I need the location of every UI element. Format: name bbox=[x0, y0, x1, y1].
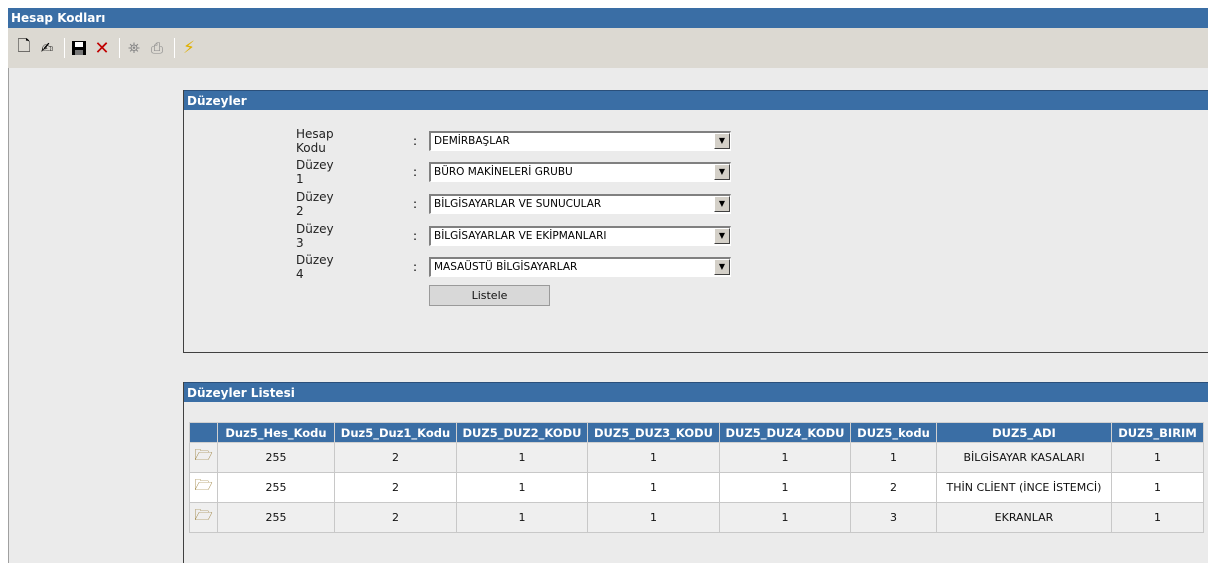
table-cell: 1 bbox=[587, 502, 720, 533]
select-value: DEMİRBAŞLAR bbox=[434, 135, 510, 147]
table-cell: 1 bbox=[719, 442, 851, 473]
table-cell: 1 bbox=[1111, 442, 1204, 473]
table-cell: 3 bbox=[850, 502, 937, 533]
field-colon: : bbox=[413, 197, 418, 211]
toolbar-separator bbox=[64, 38, 65, 58]
table-cell: BİLGİSAYAR KASALARI bbox=[936, 442, 1112, 473]
toolbar-separator bbox=[174, 38, 175, 58]
select-value: BİLGİSAYARLAR VE SUNUCULAR bbox=[434, 198, 602, 210]
select-value: MASAÜSTÜ BİLGİSAYARLAR bbox=[434, 261, 578, 273]
run-icon[interactable]: ⚡ bbox=[179, 37, 199, 59]
chevron-down-icon[interactable]: ▼ bbox=[714, 196, 730, 212]
toolbar: 🗋 ✍ ✕ ⛯ ⎙ ⚡ bbox=[8, 28, 1208, 68]
duzey-1-select[interactable]: BÜRO MAKİNELERİ GRUBU ▼ bbox=[429, 162, 731, 182]
table-cell: 1 bbox=[456, 472, 588, 503]
delete-icon[interactable]: ✕ bbox=[92, 37, 112, 59]
table-cell: 255 bbox=[217, 502, 335, 533]
table-cell: 2 bbox=[850, 472, 937, 503]
levels-list-panel: Düzeyler Listesi Duz5_Hes_Kodu Duz5_Duz1… bbox=[183, 382, 1208, 563]
table-row: 🗁 255 2 1 1 1 3 EKRANLAR 1 bbox=[189, 502, 1204, 533]
chevron-down-icon[interactable]: ▼ bbox=[714, 164, 730, 180]
column-header[interactable]: DUZ5_ADI bbox=[936, 422, 1112, 443]
field-label: Düzey 1 bbox=[296, 158, 334, 186]
duzey-4-select[interactable]: MASAÜSTÜ BİLGİSAYARLAR ▼ bbox=[429, 257, 731, 277]
field-colon: : bbox=[413, 260, 418, 274]
table-cell: 1 bbox=[456, 442, 588, 473]
field-colon: : bbox=[413, 134, 418, 148]
field-colon: : bbox=[413, 165, 418, 179]
table-cell: 2 bbox=[334, 442, 457, 473]
levels-list-panel-title: Düzeyler Listesi bbox=[184, 382, 1208, 402]
table-cell: 1 bbox=[456, 502, 588, 533]
duzey-3-select[interactable]: BİLGİSAYARLAR VE EKİPMANLARI ▼ bbox=[429, 226, 731, 246]
hesap-kodu-select[interactable]: DEMİRBAŞLAR ▼ bbox=[429, 131, 731, 151]
table-cell: 2 bbox=[334, 472, 457, 503]
print-icon[interactable]: ⎙ bbox=[147, 37, 167, 59]
table-cell: 1 bbox=[587, 442, 720, 473]
table-cell: THİN CLİENT (İNCE İSTEMCİ) bbox=[936, 472, 1112, 503]
field-colon: : bbox=[413, 229, 418, 243]
toolbar-separator bbox=[119, 38, 120, 58]
open-folder-icon[interactable]: 🗁 bbox=[189, 502, 218, 533]
field-label: Düzey 3 bbox=[296, 222, 334, 250]
field-label: Düzey 4 bbox=[296, 253, 334, 281]
edit-icon[interactable]: ✍ bbox=[37, 37, 57, 59]
listele-button[interactable]: Listele bbox=[429, 285, 550, 306]
select-value: BÜRO MAKİNELERİ GRUBU bbox=[434, 166, 573, 178]
field-label: Hesap Kodu bbox=[296, 127, 334, 155]
table-cell: 1 bbox=[1111, 502, 1204, 533]
content-area: Düzeyler Hesap Kodu : DEMİRBAŞLAR ▼ Düze… bbox=[8, 68, 1208, 563]
chevron-down-icon[interactable]: ▼ bbox=[714, 228, 730, 244]
table-cell: 255 bbox=[217, 472, 335, 503]
column-header[interactable]: Duz5_Hes_Kodu bbox=[217, 422, 335, 443]
column-header-action bbox=[189, 422, 218, 443]
save-icon[interactable] bbox=[69, 37, 89, 59]
table-cell: 1 bbox=[719, 502, 851, 533]
column-header[interactable]: DUZ5_kodu bbox=[850, 422, 937, 443]
table-cell: 1 bbox=[1111, 472, 1204, 503]
field-label: Düzey 2 bbox=[296, 190, 334, 218]
levels-panel: Düzeyler Hesap Kodu : DEMİRBAŞLAR ▼ Düze… bbox=[183, 90, 1208, 353]
column-header[interactable]: DUZ5_DUZ4_KODU bbox=[719, 422, 851, 443]
window-title: Hesap Kodları bbox=[8, 8, 1208, 28]
table-row: 🗁 255 2 1 1 1 2 THİN CLİENT (İNCE İSTEMC… bbox=[189, 472, 1204, 503]
open-folder-icon[interactable]: 🗁 bbox=[189, 472, 218, 503]
table-cell: EKRANLAR bbox=[936, 502, 1112, 533]
find-icon[interactable]: ⛯ bbox=[124, 37, 144, 59]
column-header[interactable]: DUZ5_DUZ3_KODU bbox=[587, 422, 720, 443]
chevron-down-icon[interactable]: ▼ bbox=[714, 133, 730, 149]
select-value: BİLGİSAYARLAR VE EKİPMANLARI bbox=[434, 230, 607, 242]
table-cell: 1 bbox=[850, 442, 937, 473]
levels-panel-title: Düzeyler bbox=[184, 90, 1208, 110]
table-cell: 1 bbox=[587, 472, 720, 503]
table-row: 🗁 255 2 1 1 1 1 BİLGİSAYAR KASALARI 1 bbox=[189, 442, 1204, 473]
new-icon[interactable]: 🗋 bbox=[14, 36, 34, 59]
table-cell: 2 bbox=[334, 502, 457, 533]
table-header-row: Duz5_Hes_Kodu Duz5_Duz1_Kodu DUZ5_DUZ2_K… bbox=[189, 422, 1204, 443]
duzey-2-select[interactable]: BİLGİSAYARLAR VE SUNUCULAR ▼ bbox=[429, 194, 731, 214]
levels-table: Duz5_Hes_Kodu Duz5_Duz1_Kodu DUZ5_DUZ2_K… bbox=[189, 422, 1204, 533]
column-header[interactable]: DUZ5_DUZ2_KODU bbox=[456, 422, 588, 443]
table-cell: 1 bbox=[719, 472, 851, 503]
column-header[interactable]: Duz5_Duz1_Kodu bbox=[334, 422, 457, 443]
chevron-down-icon[interactable]: ▼ bbox=[714, 259, 730, 275]
column-header[interactable]: DUZ5_BIRIM bbox=[1111, 422, 1204, 443]
open-folder-icon[interactable]: 🗁 bbox=[189, 442, 218, 473]
table-cell: 255 bbox=[217, 442, 335, 473]
